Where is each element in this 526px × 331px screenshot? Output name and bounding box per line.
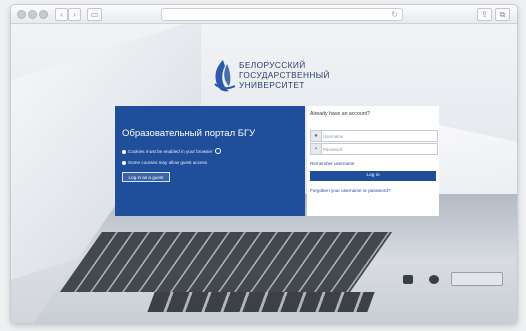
university-emblem-icon: [214, 60, 236, 92]
chevron-right-icon[interactable]: ›: [68, 8, 81, 21]
background-keyboard: [59, 232, 393, 292]
logo-line-3: УНИВЕРСИТЕТ: [239, 80, 305, 90]
close-window-icon[interactable]: [17, 10, 26, 19]
guest-notice: Some courses may allow guest access: [122, 160, 207, 165]
browser-window: ‹ › ▭ ↻ ⇪ ⧉ БЕЛОРУССКИЙ ГОСУДАРСТВЕННЫЙ …: [10, 4, 518, 324]
guest-notice-text: Some courses may allow guest access: [128, 160, 208, 165]
bullet-icon: [122, 161, 126, 165]
login-button[interactable]: Log in: [310, 171, 436, 181]
password-input[interactable]: [323, 145, 433, 153]
logo-line-2: ГОСУДАРСТВЕННЫЙ: [239, 70, 330, 80]
chevron-left-icon[interactable]: ‹: [55, 8, 68, 21]
tabs-icon[interactable]: ⧉: [495, 8, 510, 21]
sidebar-icon[interactable]: ▭: [87, 8, 102, 21]
cookies-notice-text: Cookies must be enabled in your browser: [128, 149, 213, 154]
reload-icon[interactable]: ↻: [391, 9, 398, 20]
address-bar[interactable]: ↻: [161, 8, 403, 21]
bullet-icon: [122, 150, 126, 154]
forgot-password-link[interactable]: Forgotten your username or password?: [310, 188, 390, 193]
background-keyboard-row: [147, 292, 375, 312]
background-port: [429, 275, 439, 284]
minimize-window-icon[interactable]: [28, 10, 37, 19]
portal-title: Образовательный портал БГУ: [122, 128, 256, 139]
background-slot: [451, 272, 503, 286]
lock-icon: ▪: [311, 144, 322, 154]
logo-line-1: БЕЛОРУССКИЙ: [239, 60, 306, 70]
cookies-notice: Cookies must be enabled in your browser: [122, 148, 221, 154]
username-input[interactable]: [323, 132, 433, 140]
zoom-window-icon[interactable]: [39, 10, 48, 19]
page-viewport: БЕЛОРУССКИЙ ГОСУДАРСТВЕННЫЙ УНИВЕРСИТЕТ …: [11, 24, 517, 323]
guest-login-button[interactable]: Log in as a guest: [122, 172, 170, 182]
password-field[interactable]: ▪: [310, 143, 438, 155]
share-icon[interactable]: ⇪: [477, 8, 492, 21]
remember-username-link[interactable]: Remember username: [310, 161, 354, 166]
username-field[interactable]: ●: [310, 130, 438, 142]
university-logo: БЕЛОРУССКИЙ ГОСУДАРСТВЕННЫЙ УНИВЕРСИТЕТ: [209, 58, 369, 98]
login-form-panel: Already have an account? ● ▪ Remember us…: [307, 106, 439, 216]
browser-titlebar: ‹ › ▭ ↻ ⇪ ⧉: [11, 5, 517, 24]
user-icon: ●: [311, 131, 322, 141]
login-info-panel: Образовательный портал БГУ Cookies must …: [115, 106, 305, 216]
already-account-heading: Already have an account?: [310, 111, 370, 117]
background-port: [403, 275, 413, 284]
help-icon[interactable]: [214, 148, 221, 154]
